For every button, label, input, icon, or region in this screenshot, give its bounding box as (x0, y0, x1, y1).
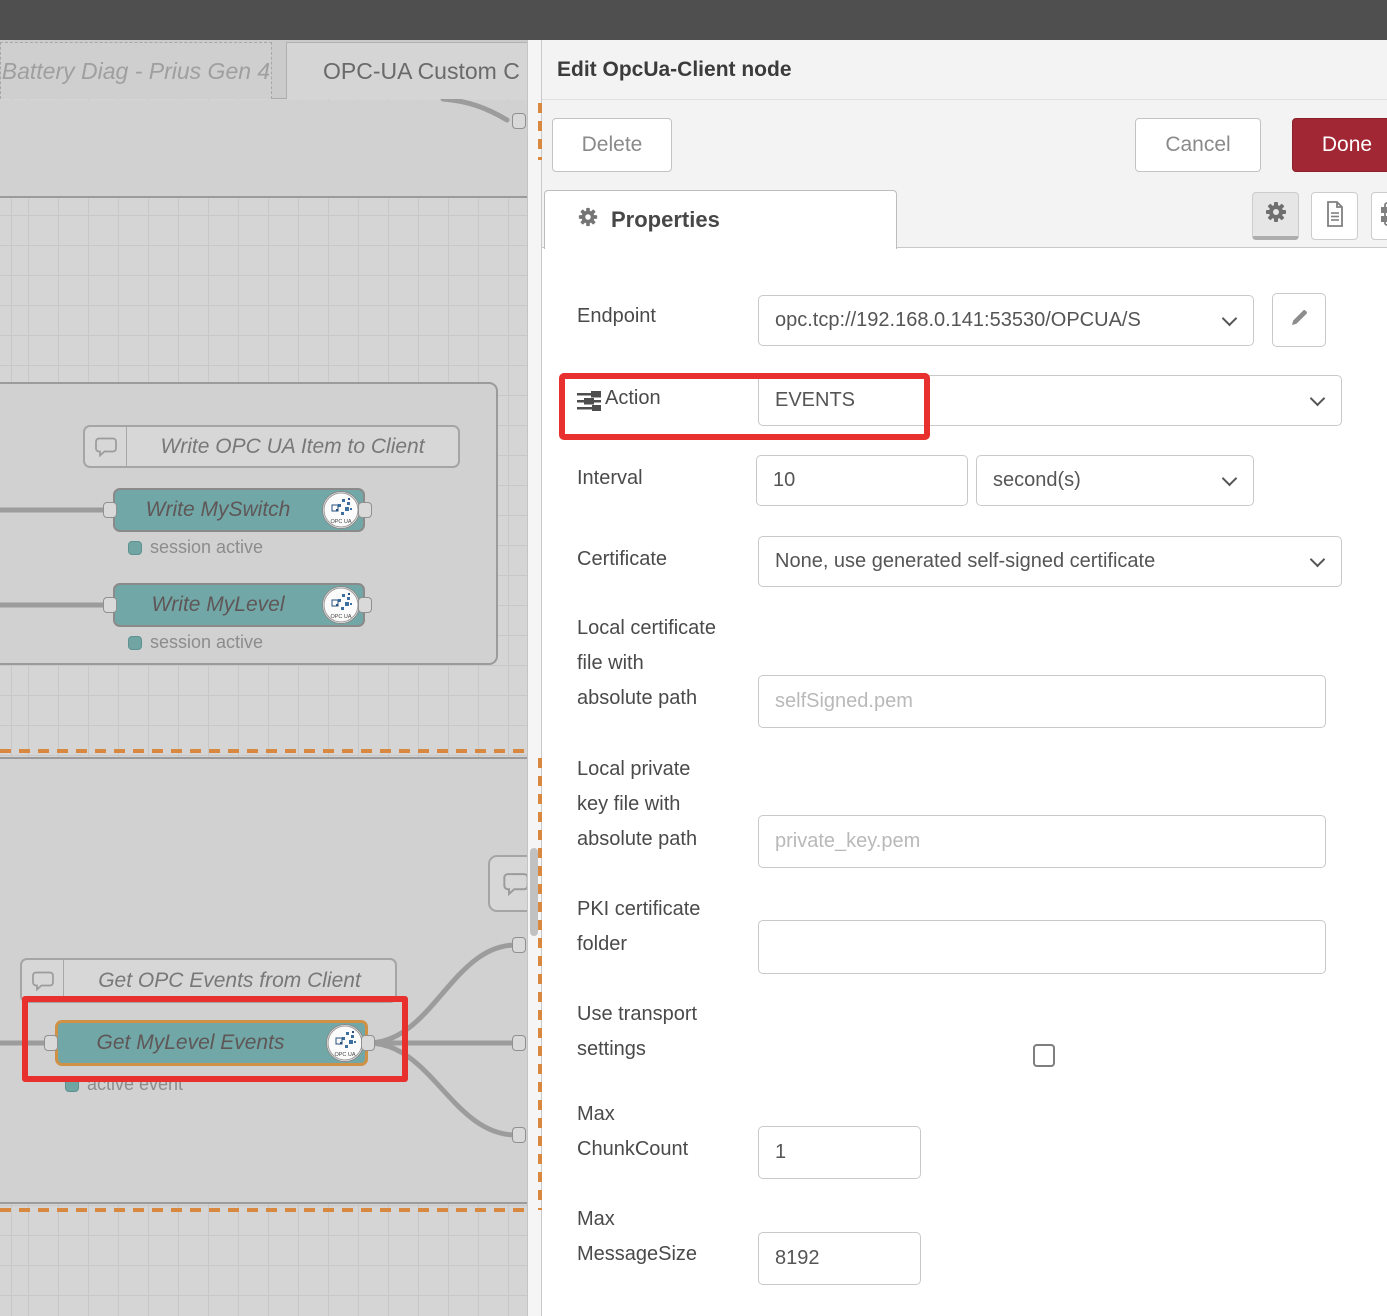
vertical-scrollbar[interactable] (530, 848, 538, 936)
workspace-tab-bar: Battery Diag - Prius Gen 4 OPC-UA Custom… (0, 40, 527, 99)
app-header-bar (0, 0, 1387, 40)
interval-input[interactable] (756, 455, 968, 506)
annotation-box-node (22, 996, 408, 1082)
speech-bubble-icon (490, 857, 527, 910)
max-chunk-label-line2: ChunkCount (577, 1138, 688, 1161)
workspace-tab-opcua-custom[interactable]: OPC-UA Custom C (286, 42, 527, 99)
pki-label-line1: PKI certificate (577, 898, 700, 921)
edit-properties-icon-button[interactable] (1252, 192, 1299, 240)
endpoint-select[interactable]: opc.tcp://192.168.0.141:53530/OPCUA/S (758, 295, 1254, 346)
node-label: Write MyLevel (151, 593, 326, 617)
transport-label-line2: settings (577, 1038, 646, 1061)
node-label: Write MySwitch (146, 498, 333, 522)
node-status: session active (128, 632, 263, 653)
comment-node-write-opc[interactable]: Write OPC UA Item to Client (83, 425, 460, 468)
node-status: session active (128, 537, 263, 558)
opcua-badge-icon: OPC UA (322, 586, 360, 624)
chevron-down-icon (1310, 552, 1326, 568)
cancel-button[interactable]: Cancel (1135, 118, 1261, 172)
certificate-label: Certificate (577, 548, 667, 571)
canvas-scroll-strip (527, 40, 541, 1316)
private-key-label-line3: absolute path (577, 828, 697, 851)
output-port[interactable] (358, 502, 372, 518)
gear-icon (1264, 200, 1288, 229)
flow-wires (0, 40, 527, 1316)
max-msg-label-line1: Max (577, 1208, 615, 1231)
selected-group-dashed-border-right (538, 103, 542, 160)
local-cert-label-line3: absolute path (577, 687, 697, 710)
output-port[interactable] (358, 597, 372, 613)
done-button[interactable]: Done (1292, 118, 1387, 172)
input-port[interactable] (103, 502, 117, 518)
delete-button[interactable]: Delete (552, 118, 672, 172)
comment-label: Write OPC UA Item to Client (127, 427, 458, 466)
local-cert-input[interactable] (758, 675, 1326, 728)
node-red-app: Write OPC UA Item to Client Write MySwit… (0, 0, 1387, 1316)
interval-unit-select[interactable]: second(s) (976, 455, 1254, 506)
status-dot-icon (128, 541, 142, 555)
tab-properties[interactable]: Properties (544, 190, 897, 249)
comment-node-partial[interactable] (488, 855, 527, 912)
comment-label: Get OPC Events from Client (64, 960, 395, 1001)
link-port[interactable] (512, 113, 526, 129)
selected-group-dashed-border-top (0, 749, 527, 753)
divider (542, 99, 1387, 100)
annotation-box-action (559, 373, 930, 440)
link-port[interactable] (512, 1035, 526, 1051)
node-appearance-icon (1381, 200, 1387, 233)
speech-bubble-icon (22, 960, 64, 1001)
edit-description-icon-button[interactable] (1311, 192, 1358, 240)
opcua-badge-icon: OPC UA (322, 491, 360, 529)
private-key-label-line2: key file with (577, 793, 680, 816)
transport-settings-checkbox[interactable] (1033, 1044, 1055, 1067)
edit-endpoint-button[interactable] (1272, 293, 1326, 347)
local-cert-label-line2: file with (577, 652, 644, 675)
selected-group-dashed-border-bottom (0, 1208, 527, 1212)
link-port[interactable] (512, 937, 526, 953)
status-dot-icon (128, 636, 142, 650)
pki-folder-input[interactable] (758, 920, 1326, 974)
link-port[interactable] (512, 1127, 526, 1143)
private-key-label-line1: Local private (577, 758, 690, 781)
svg-text:OPC UA: OPC UA (330, 614, 351, 620)
transport-label-line1: Use transport (577, 1003, 697, 1026)
max-messagesize-input[interactable] (758, 1232, 921, 1285)
certificate-select[interactable]: None, use generated self-signed certific… (758, 536, 1342, 587)
document-icon (1324, 201, 1346, 232)
interval-label: Interval (577, 467, 643, 490)
max-chunk-label-line1: Max (577, 1103, 615, 1126)
private-key-input[interactable] (758, 815, 1326, 868)
chevron-down-icon (1222, 311, 1238, 327)
svg-text:OPC UA: OPC UA (330, 519, 351, 525)
chevron-down-icon (1222, 471, 1238, 487)
chevron-down-icon (1310, 391, 1326, 407)
max-msg-label-line2: MessageSize (577, 1243, 697, 1266)
speech-bubble-icon (85, 427, 127, 466)
selected-group-dashed-border-right (538, 758, 542, 1210)
local-cert-label-line1: Local certificate (577, 617, 716, 640)
tray-title: Edit OpcUa-Client node (557, 58, 792, 82)
pencil-icon (1289, 308, 1309, 333)
gear-icon (577, 206, 599, 234)
node-appearance-icon-button[interactable] (1371, 192, 1387, 240)
input-port[interactable] (103, 597, 117, 613)
edit-tray: Edit OpcUa-Client node Delete Cancel Don… (541, 40, 1387, 1316)
workspace-tab-battery-diag[interactable]: Battery Diag - Prius Gen 4 (0, 42, 272, 99)
endpoint-label: Endpoint (577, 305, 656, 328)
max-chunkcount-input[interactable] (758, 1126, 921, 1179)
pki-label-line2: folder (577, 933, 627, 956)
flow-canvas[interactable]: Write OPC UA Item to Client Write MySwit… (0, 40, 527, 1316)
